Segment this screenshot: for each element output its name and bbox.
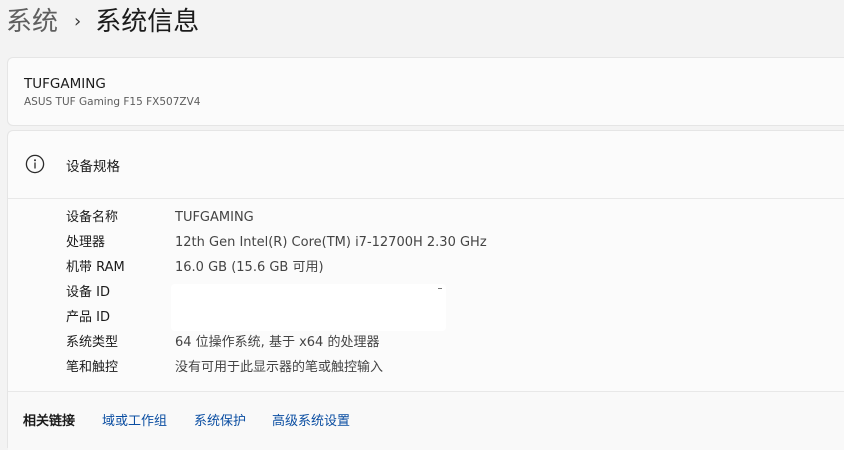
link-domain-or-workgroup[interactable]: 域或工作组 <box>102 410 167 429</box>
link-system-protection[interactable]: 系统保护 <box>194 410 246 429</box>
page-title: 系统信息 <box>95 7 200 37</box>
device-specifications-title: 设备规格 <box>66 159 120 175</box>
device-name: TUFGAMING <box>24 76 106 92</box>
spec-label: 设备 ID <box>66 285 110 300</box>
redaction-artifact <box>438 288 442 289</box>
spec-value: 64 位操作系统, 基于 x64 的处理器 <box>175 335 380 350</box>
spec-value: TUFGAMING <box>175 210 254 225</box>
breadcrumb: 系统 › 系统信息 <box>6 2 199 42</box>
spec-value: 12th Gen Intel(R) Core(TM) i7-12700H 2.3… <box>175 235 487 250</box>
breadcrumb-parent-system[interactable]: 系统 <box>6 2 58 42</box>
device-specifications-header[interactable]: 设备规格 <box>8 131 844 199</box>
spec-value: 16.0 GB (15.6 GB 可用) <box>175 260 324 275</box>
spec-label: 处理器 <box>66 235 106 250</box>
device-specifications-card: 设备规格 设备名称 TUFGAMING 处理器 12th Gen Intel(R… <box>7 130 844 450</box>
spec-label: 设备名称 <box>66 210 119 225</box>
related-links-title: 相关链接 <box>23 414 76 429</box>
device-model: ASUS TUF Gaming F15 FX507ZV4 <box>24 96 201 108</box>
chevron-right-icon: › <box>74 11 82 32</box>
spec-label: 产品 ID <box>66 310 110 325</box>
spec-label: 系统类型 <box>66 335 119 350</box>
spec-value: 没有可用于此显示器的笔或触控输入 <box>175 360 384 375</box>
related-links-bar: 相关链接 域或工作组 系统保护 高级系统设置 <box>8 391 844 450</box>
spec-label: 笔和触控 <box>66 360 119 375</box>
spec-label: 机带 RAM <box>66 260 125 275</box>
device-card: TUFGAMING ASUS TUF Gaming F15 FX507ZV4 <box>7 57 844 126</box>
link-advanced-system-settings[interactable]: 高级系统设置 <box>272 410 350 429</box>
redacted-id-area <box>171 284 446 331</box>
info-icon <box>25 154 45 174</box>
